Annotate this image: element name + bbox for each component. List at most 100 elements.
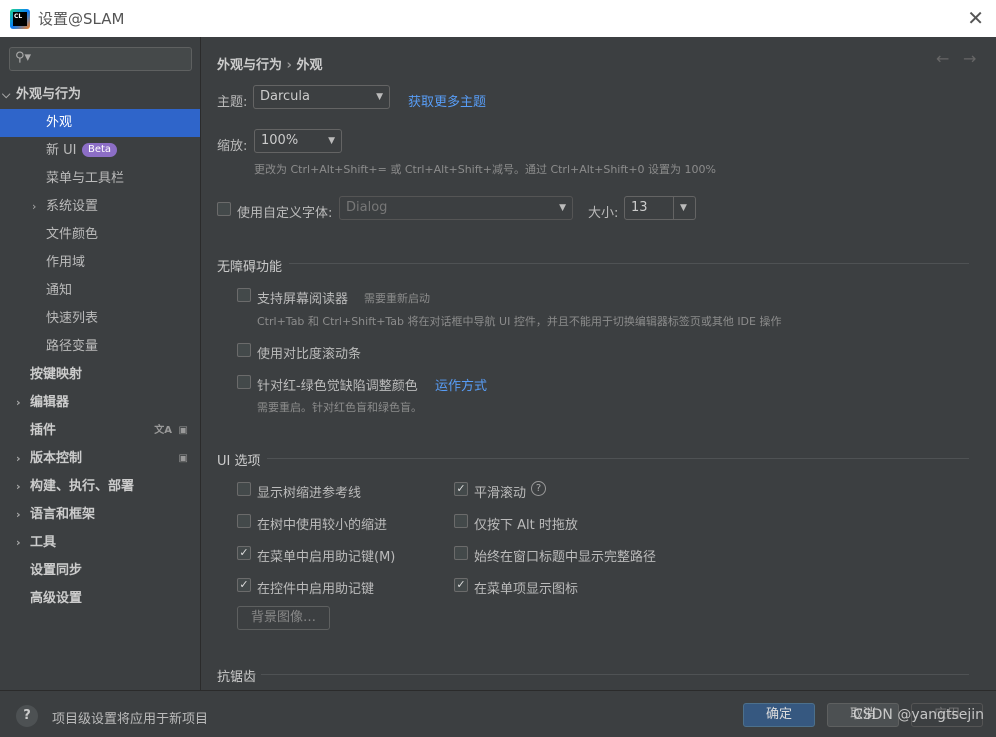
sidebar-item-label: 构建、执行、部署 bbox=[30, 479, 135, 494]
chevron-down-icon[interactable]: ⌵ bbox=[2, 81, 10, 109]
chevron-right-icon[interactable]: › bbox=[16, 389, 21, 417]
sidebar-item[interactable]: › 语言和框架 bbox=[0, 501, 200, 529]
ui-option-label: 显示树缩进参考线 bbox=[257, 486, 362, 501]
restart-note: 需要重新启动 bbox=[364, 292, 430, 305]
main-panel: 外观与行为 › 外观 ← → 主题: Darcula ▼ 获取更多主题 缩放: 1… bbox=[201, 37, 996, 690]
size-label: 大小: bbox=[588, 206, 619, 221]
sidebar-item-label: 外观与行为 bbox=[16, 87, 82, 102]
sidebar-item-label: 快速列表 bbox=[46, 311, 99, 326]
sidebar-item[interactable]: 作用域 bbox=[0, 249, 200, 277]
beta-badge: Beta bbox=[82, 143, 118, 157]
project-scope-icon: ▣ bbox=[178, 453, 188, 464]
window-title: 设置@SLAM bbox=[38, 10, 125, 28]
ui-option-checkbox[interactable] bbox=[237, 514, 251, 528]
sidebar-item[interactable]: › 工具 bbox=[0, 529, 200, 557]
chevron-down-icon: ▼ bbox=[376, 92, 383, 102]
ui-option-label: 仅按下 Alt 时拖放 bbox=[474, 518, 578, 533]
sidebar-item-label: 工具 bbox=[30, 535, 57, 550]
help-question-icon[interactable]: ? bbox=[531, 481, 546, 496]
ui-option-checkbox[interactable] bbox=[237, 482, 251, 496]
screen-reader-hint: Ctrl+Tab 和 Ctrl+Shift+Tab 将在对话框中导航 UI 控件… bbox=[257, 315, 782, 328]
section-antialiasing: 抗锯齿 bbox=[217, 670, 257, 685]
ui-option-checkbox[interactable]: ✓ bbox=[237, 578, 251, 592]
breadcrumb-parent[interactable]: 外观与行为 bbox=[217, 58, 282, 73]
chevron-right-icon[interactable]: › bbox=[16, 529, 21, 557]
sidebar-item[interactable]: 新 UI Beta bbox=[0, 137, 200, 165]
color-blind-hint: 需要重启。针对红色盲和绿色盲。 bbox=[257, 401, 422, 414]
chevron-right-icon[interactable]: › bbox=[16, 501, 21, 529]
contrast-scrollbars-checkbox[interactable] bbox=[237, 343, 251, 357]
project-scope-icon: ▣ bbox=[178, 425, 188, 436]
ui-option-checkbox[interactable] bbox=[454, 514, 468, 528]
sidebar-item[interactable]: › 系统设置 bbox=[0, 193, 200, 221]
sidebar: ⚲▾ ⌵ 外观与行为外观新 UI Beta 菜单与工具栏 › 系统设置文件颜色作用域 通知快… bbox=[0, 37, 201, 690]
sidebar-item-label: 文件颜色 bbox=[46, 227, 99, 242]
footer-note: 项目级设置将应用于新项目 bbox=[52, 712, 209, 727]
search-icon: ⚲▾ bbox=[15, 50, 32, 65]
ui-option-label: 在菜单项显示图标 bbox=[474, 582, 579, 597]
chevron-right-icon[interactable]: › bbox=[16, 473, 21, 501]
size-select[interactable]: 13 ▼ bbox=[624, 196, 696, 220]
ui-option-checkbox[interactable]: ✓ bbox=[237, 546, 251, 560]
app-logo: CL bbox=[10, 8, 30, 29]
ui-option-label: 始终在窗口标题中显示完整路径 bbox=[474, 550, 657, 565]
sidebar-item-label: 外观 bbox=[46, 115, 73, 130]
custom-font-checkbox[interactable] bbox=[217, 202, 231, 216]
sidebar-item[interactable]: 设置同步 bbox=[0, 557, 200, 585]
section-accessibility: 无障碍功能 bbox=[217, 260, 283, 275]
watermark: CSDN @yangtsejin bbox=[852, 707, 984, 723]
ui-option-checkbox[interactable]: ✓ bbox=[454, 482, 468, 496]
ui-option-checkbox[interactable] bbox=[454, 546, 468, 560]
sidebar-item[interactable]: 文件颜色 bbox=[0, 221, 200, 249]
section-ui-options: UI 选项 bbox=[217, 454, 261, 469]
forward-arrow-icon[interactable]: → bbox=[963, 49, 976, 68]
ui-option-label: 在控件中启用助记键 bbox=[257, 582, 375, 597]
sidebar-item-label: 插件 bbox=[30, 423, 57, 438]
font-select[interactable]: Dialog ▼ bbox=[339, 196, 573, 220]
title-bar: CL 设置@SLAM ✕ bbox=[0, 0, 996, 37]
ui-option-checkbox[interactable]: ✓ bbox=[454, 578, 468, 592]
sidebar-item-label: 按键映射 bbox=[30, 367, 83, 382]
sidebar-item-label: 语言和框架 bbox=[30, 507, 96, 522]
help-icon[interactable]: ? bbox=[16, 705, 38, 727]
color-blind-checkbox[interactable] bbox=[237, 375, 251, 389]
sidebar-item[interactable]: 插件 文A ▣ bbox=[0, 417, 200, 445]
chevron-down-icon: ▼ bbox=[328, 136, 335, 146]
screen-reader-checkbox[interactable] bbox=[237, 288, 251, 302]
sidebar-item[interactable]: 高级设置 bbox=[0, 585, 200, 613]
theme-label: 主题: bbox=[217, 95, 248, 110]
close-icon[interactable]: ✕ bbox=[967, 6, 984, 30]
background-image-button[interactable]: 背景图像… bbox=[237, 606, 330, 630]
sidebar-item[interactable]: › 版本控制 ▣ bbox=[0, 445, 200, 473]
sidebar-item[interactable]: ⌵ 外观与行为 bbox=[0, 81, 200, 109]
how-it-works-link[interactable]: 运作方式 bbox=[435, 375, 487, 394]
chevron-right-icon[interactable]: › bbox=[32, 193, 36, 221]
footer: ? 项目级设置将应用于新项目 确定 取消 应用 CSDN @yangtsejin bbox=[0, 690, 996, 737]
sidebar-item[interactable]: 外观 bbox=[0, 109, 200, 137]
sidebar-item[interactable]: 路径变量 bbox=[0, 333, 200, 361]
get-more-themes-link[interactable]: 获取更多主题 bbox=[408, 91, 486, 110]
search-input[interactable]: ⚲▾ bbox=[9, 47, 192, 71]
zoom-select[interactable]: 100% ▼ bbox=[254, 129, 342, 153]
sidebar-item[interactable]: 按键映射 bbox=[0, 361, 200, 389]
sidebar-item[interactable]: 快速列表 bbox=[0, 305, 200, 333]
sidebar-item-label: 新 UI bbox=[46, 143, 77, 158]
sidebar-item[interactable]: › 编辑器 bbox=[0, 389, 200, 417]
zoom-label: 缩放: bbox=[217, 139, 248, 154]
translate-icon: 文A bbox=[154, 425, 172, 436]
back-arrow-icon[interactable]: ← bbox=[936, 49, 949, 68]
zoom-hint: 更改为 Ctrl+Alt+Shift+= 或 Ctrl+Alt+Shift+减号… bbox=[254, 163, 716, 176]
sidebar-item-label: 高级设置 bbox=[30, 591, 83, 606]
ok-button[interactable]: 确定 bbox=[743, 703, 815, 727]
sidebar-item[interactable]: 菜单与工具栏 bbox=[0, 165, 200, 193]
chevron-right-icon[interactable]: › bbox=[16, 445, 21, 473]
sidebar-item[interactable]: 通知 bbox=[0, 277, 200, 305]
sidebar-item-label: 版本控制 bbox=[30, 451, 83, 466]
theme-select[interactable]: Darcula ▼ bbox=[253, 85, 390, 109]
ui-option-label: 在树中使用较小的缩进 bbox=[257, 518, 388, 533]
breadcrumb-current: 外观 bbox=[296, 58, 323, 73]
ui-option-label: 平滑滚动 bbox=[474, 486, 527, 501]
contrast-scrollbars-label: 使用对比度滚动条 bbox=[257, 347, 362, 362]
sidebar-item[interactable]: › 构建、执行、部署 bbox=[0, 473, 200, 501]
custom-font-label: 使用自定义字体: bbox=[237, 206, 333, 221]
